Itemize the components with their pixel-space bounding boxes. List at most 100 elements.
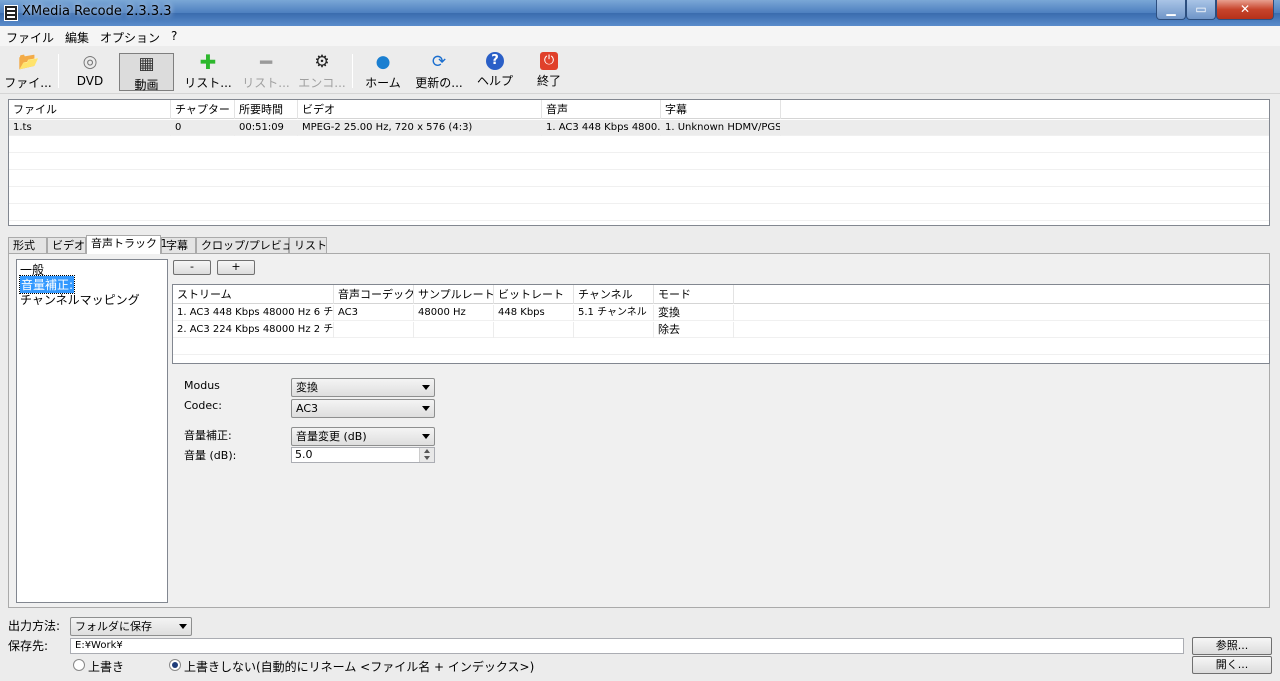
film-icon: ▦ bbox=[138, 54, 155, 74]
file-name-cell: 1.ts bbox=[9, 120, 171, 136]
column-header-sample-rate[interactable]: サンプルレート bbox=[414, 285, 494, 304]
sample-rate-cell bbox=[414, 322, 494, 338]
volume-correction-label: 音量補正: bbox=[184, 429, 232, 442]
column-header-audio[interactable]: 音声 bbox=[542, 100, 661, 119]
codec-cell bbox=[334, 322, 414, 338]
refresh-icon: ⟳ bbox=[431, 52, 447, 72]
empty-row bbox=[9, 154, 1269, 170]
column-header-video[interactable]: ビデオ bbox=[298, 100, 542, 119]
menu-bar: ファイル 編集 オプション ? bbox=[0, 26, 1280, 46]
channels-cell: 5.1 チャンネル bbox=[574, 305, 654, 321]
empty-row bbox=[9, 205, 1269, 221]
no-overwrite-label: 上書きしない(自動的にリネーム <ファイル名 + インデックス>) bbox=[184, 660, 535, 674]
close-button[interactable]: ✕ bbox=[1216, 0, 1274, 20]
column-header-chapter[interactable]: チャプター bbox=[171, 100, 235, 119]
open-file-button[interactable]: 📂 ファイ... bbox=[2, 52, 54, 92]
menu-file[interactable]: ファイル bbox=[6, 29, 54, 46]
mode-cell: 変換 bbox=[654, 305, 734, 321]
add-stream-button[interactable]: + bbox=[217, 260, 255, 275]
channels-cell bbox=[574, 322, 654, 338]
add-to-list-button[interactable]: ✚ リスト... bbox=[180, 52, 236, 92]
remove-from-list-button[interactable]: ━ リスト... bbox=[238, 52, 294, 92]
sample-rate-cell: 48000 Hz bbox=[414, 305, 494, 321]
modus-select[interactable]: 変換 bbox=[291, 378, 435, 397]
file-list[interactable]: ファイル チャプター 所要時間 ビデオ 音声 字幕 1.ts 0 00:51:0… bbox=[8, 99, 1270, 226]
power-icon: ⏻ bbox=[540, 52, 558, 70]
dropdown-arrow-icon bbox=[179, 624, 187, 629]
home-button[interactable]: ● ホーム bbox=[360, 52, 406, 92]
tab-format[interactable]: 形式 bbox=[8, 237, 47, 254]
tab-crop-preview[interactable]: クロップ/プレビュー bbox=[196, 237, 304, 254]
column-header-file[interactable]: ファイル bbox=[9, 100, 171, 119]
help-circle-icon: ? bbox=[486, 52, 504, 70]
folder-icon: 📂 bbox=[18, 52, 40, 72]
app-film-icon bbox=[4, 5, 18, 21]
window-title: XMedia Recode 2.3.3.3 bbox=[22, 4, 172, 19]
tab-video[interactable]: ビデオ bbox=[47, 237, 86, 254]
codec-select[interactable]: AC3 bbox=[291, 399, 435, 418]
table-row[interactable]: 1. AC3 448 Kbps 48000 Hz 6 チ... AC3 4800… bbox=[173, 305, 1269, 321]
volume-db-stepper[interactable]: 5.0 bbox=[291, 447, 435, 463]
column-header-stream[interactable]: ストリーム bbox=[173, 285, 334, 304]
plus-icon: ✚ bbox=[199, 50, 217, 74]
output-method-select[interactable]: フォルダに保存 bbox=[70, 617, 192, 636]
menu-options[interactable]: オプション bbox=[100, 29, 160, 46]
dropdown-arrow-icon bbox=[422, 385, 430, 390]
tab-list[interactable]: リスト bbox=[289, 237, 327, 254]
empty-row bbox=[173, 339, 1269, 355]
column-header-codec[interactable]: 音声コーデック bbox=[334, 285, 414, 304]
codec-cell: AC3 bbox=[334, 305, 414, 321]
audio-settings-tree[interactable]: 一般 音量補正: チャンネルマッピング bbox=[16, 259, 168, 603]
subtitle-cell: 1. Unknown HDMV/PGS bbox=[661, 120, 781, 136]
maximize-button[interactable]: ▭ bbox=[1186, 0, 1216, 20]
duration-cell: 00:51:09 bbox=[235, 120, 298, 136]
stepper-up-icon[interactable] bbox=[419, 448, 434, 455]
column-header-subtitle[interactable]: 字幕 bbox=[661, 100, 781, 119]
dropdown-arrow-icon bbox=[422, 406, 430, 411]
destination-label: 保存先: bbox=[8, 639, 49, 653]
column-header-bitrate[interactable]: ビットレート bbox=[494, 285, 574, 304]
encode-button[interactable]: ⚙ エンコ... bbox=[294, 52, 350, 92]
toolbar: 📂 ファイ... ◎ DVD ▦ 動画 ✚ リスト... ━ リスト... ⚙ … bbox=[0, 46, 1280, 94]
exit-button[interactable]: ⏻ 終了 bbox=[526, 52, 572, 92]
modus-label: Modus bbox=[184, 379, 220, 392]
encode-icon: ⚙ bbox=[314, 52, 330, 72]
bitrate-cell: 448 Kbps bbox=[494, 305, 574, 321]
stream-cell: 2. AC3 224 Kbps 48000 Hz 2 チ... bbox=[173, 322, 334, 338]
menu-edit[interactable]: 編集 bbox=[65, 29, 89, 46]
menu-help[interactable]: ? bbox=[171, 29, 177, 43]
destination-path-input[interactable]: E:¥Work¥ bbox=[70, 638, 1184, 654]
tab-audio-track-1[interactable]: 音声トラック 1 bbox=[86, 235, 168, 254]
table-row[interactable]: 1.ts 0 00:51:09 MPEG-2 25.00 Hz, 720 x 5… bbox=[9, 120, 1269, 136]
check-updates-button[interactable]: ⟳ 更新の... bbox=[412, 52, 466, 92]
streams-header: ストリーム 音声コーデック サンプルレート ビットレート チャンネル モード bbox=[173, 285, 1269, 304]
globe-icon: ● bbox=[375, 52, 391, 72]
browse-button[interactable]: 参照... bbox=[1192, 637, 1272, 655]
open-dvd-button[interactable]: ◎ DVD bbox=[64, 52, 116, 92]
empty-row bbox=[9, 137, 1269, 153]
video-cell: MPEG-2 25.00 Hz, 720 x 576 (4:3) bbox=[298, 120, 542, 136]
help-button[interactable]: ? ヘルプ bbox=[472, 52, 518, 92]
audio-streams-table[interactable]: ストリーム 音声コーデック サンプルレート ビットレート チャンネル モード 1… bbox=[172, 284, 1270, 364]
overwrite-radio[interactable] bbox=[73, 659, 85, 671]
column-header-channels[interactable]: チャンネル bbox=[574, 285, 654, 304]
disc-icon: ◎ bbox=[82, 52, 98, 72]
remove-stream-button[interactable]: - bbox=[173, 260, 211, 275]
audio-cell: 1. AC3 448 Kbps 4800... bbox=[542, 120, 661, 136]
video-button[interactable]: ▦ 動画 bbox=[119, 53, 174, 92]
empty-row bbox=[9, 188, 1269, 204]
column-header-duration[interactable]: 所要時間 bbox=[235, 100, 298, 119]
table-row[interactable]: 2. AC3 224 Kbps 48000 Hz 2 チ... 除去 bbox=[173, 322, 1269, 338]
minimize-button[interactable]: ▁ bbox=[1156, 0, 1186, 20]
column-header-mode[interactable]: モード bbox=[654, 285, 734, 304]
stepper-down-icon[interactable] bbox=[419, 455, 434, 462]
bitrate-cell bbox=[494, 322, 574, 338]
title-bar: XMedia Recode 2.3.3.3 ▁ ▭ ✕ bbox=[0, 0, 1280, 26]
overwrite-label: 上書き bbox=[88, 660, 125, 674]
minus-icon: ━ bbox=[259, 50, 273, 74]
codec-label: Codec: bbox=[184, 399, 222, 412]
no-overwrite-radio[interactable] bbox=[169, 659, 181, 671]
open-folder-button[interactable]: 開く... bbox=[1192, 656, 1272, 674]
tree-item-channel-mapping[interactable]: チャンネルマッピング bbox=[20, 291, 140, 308]
volume-correction-select[interactable]: 音量変更 (dB) bbox=[291, 427, 435, 446]
